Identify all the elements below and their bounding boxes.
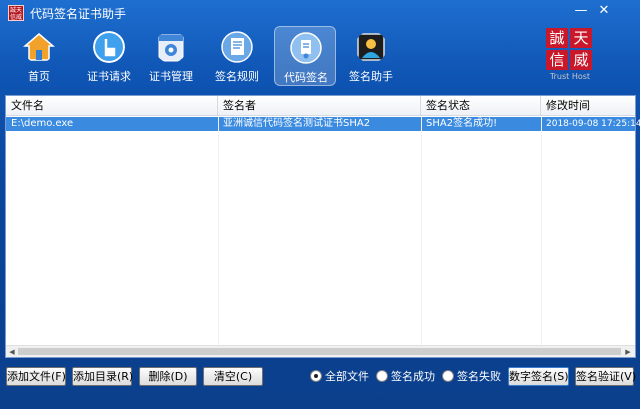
filter-all-label: 全部文件 xyxy=(325,370,369,383)
cell-filename: E:\demo.exe xyxy=(11,118,74,129)
column-header-filename[interactable]: 文件名 xyxy=(6,96,218,116)
brand-char: 天 xyxy=(570,28,592,48)
sign-verify-button[interactable]: 签名验证(V) xyxy=(575,367,636,386)
toolbar-home-label: 首页 xyxy=(28,70,50,83)
brand-seal: 誠 天 信 威 xyxy=(546,28,594,72)
radio-unselected-icon xyxy=(376,370,388,382)
column-header-modified[interactable]: 修改时间 xyxy=(541,96,635,116)
toolbar-cert-manage[interactable]: 证书管理 xyxy=(140,26,202,86)
file-list[interactable]: 文件名 签名者 签名状态 修改时间 E:\demo.exe 亚洲诚信代码签名测试… xyxy=(5,95,640,358)
home-icon xyxy=(23,33,55,61)
brand-char: 信 xyxy=(546,50,568,70)
digital-sign-button[interactable]: 数字签名(S) xyxy=(508,367,569,386)
filter-failed-radio[interactable]: 签名失败 xyxy=(442,369,504,384)
toolbar-sign-rules-label: 签名规则 xyxy=(215,70,259,83)
gear-box-icon xyxy=(158,34,184,62)
filter-success-radio[interactable]: 签名成功 xyxy=(376,369,438,384)
column-header-status[interactable]: 签名状态 xyxy=(421,96,541,116)
assistant-photo-icon xyxy=(357,33,385,61)
toolbar-code-sign[interactable]: 代码签名 xyxy=(274,26,336,86)
app-logo-icon: 誠天 信威 xyxy=(8,5,24,21)
window-title: 代码签名证书助手 xyxy=(30,7,127,21)
app-window: 誠天 信威 代码签名证书助手 — ✕ 首页 证书请求 证书管理 签名规则 代码签… xyxy=(0,0,640,409)
minimize-icon[interactable]: — xyxy=(572,2,590,20)
code-sign-document-icon xyxy=(290,32,322,64)
toolbar-cert-request-label: 证书请求 xyxy=(87,70,131,83)
add-file-button[interactable]: 添加文件(F) xyxy=(6,367,66,386)
document-rules-icon xyxy=(221,31,253,63)
cell-signer: 亚洲诚信代码签名测试证书SHA2 xyxy=(223,118,371,129)
filter-success-label: 签名成功 xyxy=(391,370,435,383)
column-divider xyxy=(541,117,542,345)
toolbar-sign-rules[interactable]: 签名规则 xyxy=(206,26,268,86)
cell-status: SHA2签名成功! xyxy=(426,118,498,129)
horizontal-scrollbar[interactable]: ◀ ▶ xyxy=(6,345,635,357)
brand-char: 威 xyxy=(570,50,592,70)
cell-modified: 2018-09-08 17:25:14 xyxy=(546,119,640,129)
filter-failed-label: 签名失败 xyxy=(457,370,501,383)
scroll-right-icon[interactable]: ▶ xyxy=(623,347,633,357)
title-bar[interactable]: 誠天 信威 代码签名证书助手 — ✕ xyxy=(0,0,640,26)
toolbar-home[interactable]: 首页 xyxy=(8,26,70,86)
radio-selected-icon xyxy=(310,370,322,382)
list-header: 文件名 签名者 签名状态 修改时间 xyxy=(6,96,635,116)
scrollbar-thumb[interactable] xyxy=(18,348,621,355)
toolbar-cert-request[interactable]: 证书请求 xyxy=(78,26,140,86)
filter-all-radio[interactable]: 全部文件 xyxy=(310,369,372,384)
delete-button[interactable]: 删除(D) xyxy=(139,367,197,386)
column-divider xyxy=(218,117,219,345)
column-header-signer[interactable]: 签名者 xyxy=(218,96,421,116)
scroll-left-icon[interactable]: ◀ xyxy=(7,347,17,357)
hand-click-icon xyxy=(93,31,125,63)
clear-button[interactable]: 清空(C) xyxy=(203,367,263,386)
brand-logo: 誠 天 信 威 Trust Host xyxy=(546,28,594,82)
toolbar-sign-assistant-label: 签名助手 xyxy=(349,70,393,83)
radio-unselected-icon xyxy=(442,370,454,382)
toolbar-sign-assistant[interactable]: 签名助手 xyxy=(340,26,402,86)
column-divider xyxy=(421,117,422,345)
toolbar-cert-manage-label: 证书管理 xyxy=(149,70,193,83)
brand-tagline: Trust Host xyxy=(549,72,591,81)
add-directory-button[interactable]: 添加目录(R) xyxy=(72,367,133,386)
toolbar-code-sign-label: 代码签名 xyxy=(284,71,328,84)
brand-char: 誠 xyxy=(546,28,568,48)
close-icon[interactable]: ✕ xyxy=(595,2,613,20)
